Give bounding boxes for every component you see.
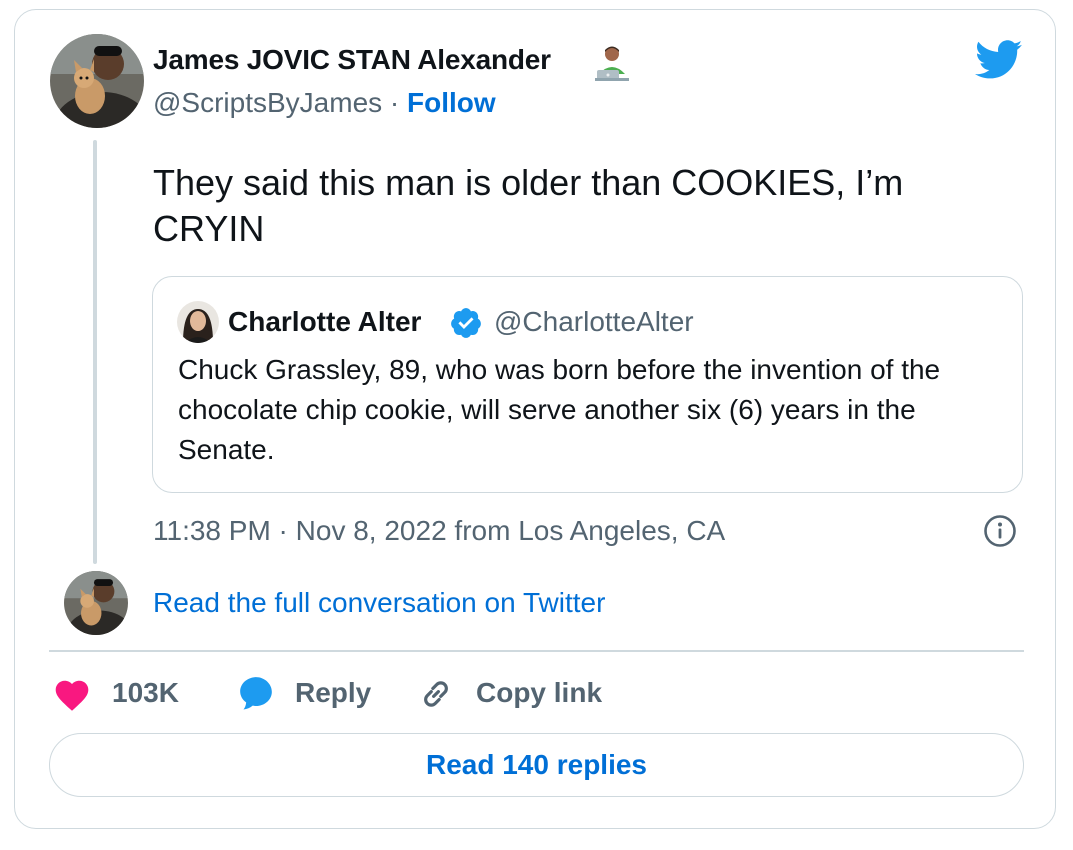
author-name[interactable]: James JOVIC STAN Alexander xyxy=(153,44,551,76)
author-avatar[interactable] xyxy=(50,34,144,128)
like-count[interactable]: 103K xyxy=(112,677,179,709)
reply-button[interactable]: Reply xyxy=(295,677,371,709)
read-replies-button[interactable]: Read 140 replies xyxy=(49,733,1024,797)
author-handle-row: @ScriptsByJames · Follow xyxy=(153,87,496,119)
tweet-text: They said this man is older than COOKIES… xyxy=(153,162,904,249)
copy-link-button[interactable]: Copy link xyxy=(476,677,602,709)
follow-link[interactable]: Follow xyxy=(407,87,496,118)
quoted-author-avatar xyxy=(177,301,219,343)
quoted-author-name: Charlotte Alter xyxy=(228,306,422,337)
link-icon[interactable] xyxy=(417,675,455,713)
technologist-emoji-icon xyxy=(593,44,631,82)
author-handle[interactable]: @ScriptsByJames xyxy=(153,87,382,118)
thread-line xyxy=(93,140,97,564)
author-avatar-small[interactable] xyxy=(64,571,128,635)
tweet-timestamp[interactable]: 11:38 PM · Nov 8, 2022 from Los Angeles,… xyxy=(153,515,725,547)
quoted-author-handle: @CharlotteAlter xyxy=(494,306,694,337)
heart-icon[interactable] xyxy=(53,676,91,712)
twitter-bird-icon[interactable] xyxy=(974,40,1024,80)
separator-dot: · xyxy=(389,87,400,118)
divider xyxy=(49,650,1024,652)
quoted-tweet-text: Chuck Grassley, 89, who was born before … xyxy=(178,354,941,465)
verified-badge-icon xyxy=(449,306,483,340)
info-icon[interactable] xyxy=(983,514,1017,548)
speech-bubble-icon[interactable] xyxy=(236,673,276,713)
read-full-conversation-link[interactable]: Read the full conversation on Twitter xyxy=(153,587,605,619)
